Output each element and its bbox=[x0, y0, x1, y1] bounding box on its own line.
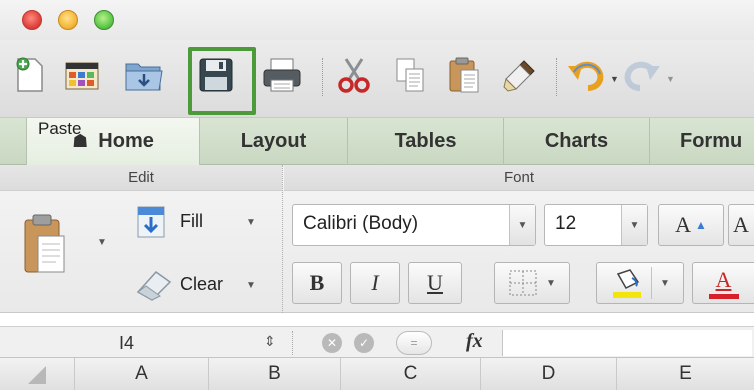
close-window-button[interactable] bbox=[22, 10, 42, 30]
shrink-font-button[interactable]: A bbox=[728, 204, 754, 246]
name-box-stepper-icon[interactable]: ⇕ bbox=[264, 333, 276, 350]
font-color-swatch bbox=[708, 293, 739, 299]
split-divider bbox=[651, 267, 652, 299]
paste-dropdown-arrow-icon[interactable]: ▼ bbox=[97, 237, 107, 248]
tab-charts[interactable]: Charts bbox=[504, 118, 650, 165]
bold-letter: B bbox=[309, 270, 325, 295]
fill-icon bbox=[137, 206, 165, 238]
font-name-dropdown-arrow-icon[interactable]: ▼ bbox=[509, 205, 535, 245]
clear-dropdown-arrow-icon: ▼ bbox=[246, 280, 256, 291]
font-size-combobox[interactable]: 12 ▼ bbox=[544, 204, 648, 246]
paste-icon[interactable] bbox=[444, 55, 484, 95]
tab-layout[interactable]: Layout bbox=[200, 118, 348, 165]
print-icon[interactable] bbox=[262, 55, 302, 95]
group-separator bbox=[282, 165, 283, 313]
toolbar-separator bbox=[322, 58, 324, 96]
cut-icon[interactable] bbox=[334, 55, 374, 95]
save-button-highlight bbox=[188, 47, 256, 115]
clear-button[interactable]: Clear ▼ bbox=[132, 266, 272, 306]
fill-dropdown-arrow-icon: ▼ bbox=[246, 217, 256, 228]
ribbon-tab-bar: ☗ Home Layout Tables Charts Formu bbox=[0, 118, 754, 165]
tab-label: Formu bbox=[680, 130, 743, 152]
tab-label: Home bbox=[98, 130, 154, 152]
select-all-corner-icon[interactable] bbox=[28, 366, 46, 384]
paste-large-icon bbox=[24, 214, 65, 273]
title-bar bbox=[0, 0, 754, 40]
italic-letter: I bbox=[371, 270, 379, 295]
italic-button[interactable]: I bbox=[350, 262, 400, 304]
column-header-row: A B C D E bbox=[0, 358, 754, 390]
grow-arrow-icon: ▲ bbox=[695, 217, 707, 232]
formula-bar: I4 ⇕ ✕ ✓ = fx bbox=[0, 326, 754, 358]
borders-button[interactable]: ▼ bbox=[494, 262, 570, 304]
grow-font-button[interactable]: A ▲ bbox=[658, 204, 724, 246]
column-header-e[interactable]: E bbox=[616, 358, 754, 390]
templates-icon[interactable] bbox=[62, 55, 102, 95]
edit-group-title: Edit bbox=[0, 165, 282, 191]
column-header-d[interactable]: D bbox=[480, 358, 616, 390]
open-icon[interactable] bbox=[124, 55, 164, 95]
clear-label: Clear bbox=[180, 274, 224, 294]
column-header-a[interactable]: A bbox=[74, 358, 208, 390]
tab-label: Tables bbox=[394, 130, 457, 152]
font-color-letter: A bbox=[715, 266, 732, 292]
cancel-formula-icon[interactable]: ✕ bbox=[322, 333, 342, 353]
formula-separator bbox=[292, 331, 293, 355]
standard-toolbar: ▼ ▼ bbox=[0, 40, 754, 118]
tab-tables[interactable]: Tables bbox=[348, 118, 504, 165]
tab-label: Charts bbox=[544, 130, 609, 152]
font-size-value: 12 bbox=[555, 213, 577, 234]
font-name-combobox[interactable]: Calibri (Body) ▼ bbox=[292, 204, 536, 246]
paste-button[interactable] bbox=[22, 212, 82, 276]
underline-letter: U bbox=[427, 270, 443, 295]
name-box[interactable]: I4 bbox=[14, 330, 254, 356]
borders-icon bbox=[509, 270, 537, 296]
toolbar-separator bbox=[556, 58, 558, 96]
fill-button[interactable]: Fill ▼ bbox=[132, 203, 272, 243]
format-painter-icon[interactable] bbox=[500, 55, 540, 95]
font-name-value: Calibri (Body) bbox=[303, 213, 419, 234]
fill-label: Fill bbox=[180, 211, 203, 231]
eraser-icon bbox=[136, 271, 172, 301]
paint-bucket-icon bbox=[613, 269, 642, 298]
font-size-dropdown-arrow-icon[interactable]: ▼ bbox=[621, 205, 647, 245]
redo-dropdown-arrow-icon[interactable]: ▼ bbox=[666, 74, 675, 84]
zoom-window-button[interactable] bbox=[94, 10, 114, 30]
enter-formula-icon[interactable]: ✓ bbox=[354, 333, 374, 353]
new-document-icon[interactable] bbox=[10, 55, 50, 95]
copy-icon[interactable] bbox=[390, 55, 430, 95]
fill-color-button[interactable]: ▼ bbox=[596, 262, 684, 304]
paste-label: Paste bbox=[38, 119, 82, 138]
minimize-window-button[interactable] bbox=[58, 10, 78, 30]
bold-button[interactable]: B bbox=[292, 262, 342, 304]
formula-input[interactable] bbox=[502, 330, 752, 356]
formula-builder-icon[interactable]: = bbox=[396, 331, 432, 355]
undo-icon[interactable] bbox=[566, 55, 606, 95]
underline-button[interactable]: U bbox=[408, 262, 462, 304]
insert-function-button[interactable]: fx bbox=[466, 330, 483, 353]
tab-formulas[interactable]: Formu bbox=[650, 118, 754, 165]
borders-dropdown-arrow-icon: ▼ bbox=[546, 277, 556, 289]
column-header-b[interactable]: B bbox=[208, 358, 340, 390]
column-header-c[interactable]: C bbox=[340, 358, 480, 390]
font-group-title: Font bbox=[284, 165, 754, 191]
tab-label: Layout bbox=[240, 130, 307, 152]
shrink-font-letter: A bbox=[733, 212, 749, 237]
redo-icon[interactable] bbox=[622, 55, 662, 95]
grow-font-letter: A bbox=[675, 212, 691, 237]
fill-color-dropdown-arrow-icon: ▼ bbox=[660, 277, 670, 289]
undo-dropdown-arrow-icon[interactable]: ▼ bbox=[610, 74, 619, 84]
font-color-button[interactable]: A bbox=[692, 262, 754, 304]
